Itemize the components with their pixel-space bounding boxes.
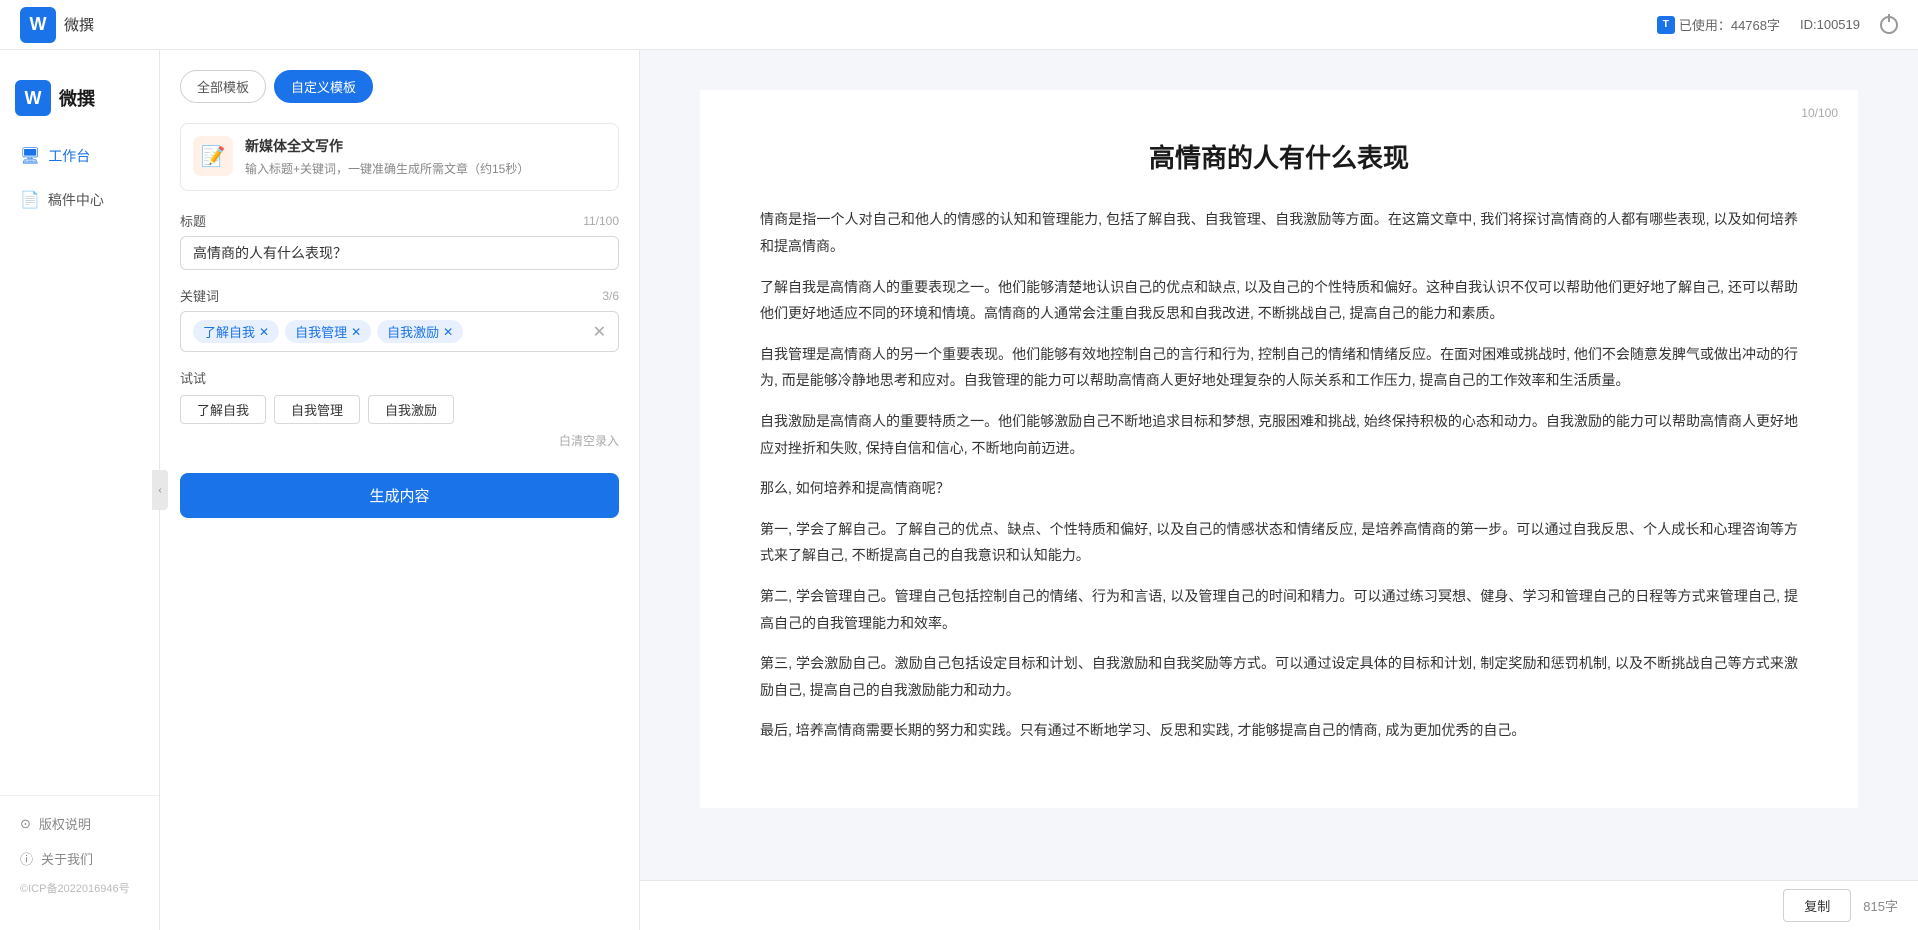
sidebar-item-copyright[interactable]: ⊙ 版权说明 bbox=[0, 806, 159, 841]
topbar-right: T 已使用：44768字 ID:100519 bbox=[1657, 15, 1898, 34]
template-card-info: 新媒体全文写作 输入标题+关键词，一键准确生成所需文章（约15秒） bbox=[245, 136, 529, 178]
topbar-title: 微撰 bbox=[64, 14, 94, 35]
trial-section: 试试 了解自我 自我管理 自我激励 白清空录入 bbox=[180, 368, 619, 449]
sidebar-item-drafts[interactable]: 📄 稿件中心 bbox=[0, 180, 159, 220]
paper-title: 高情商的人有什么表现 bbox=[760, 140, 1798, 176]
trial-tag-1[interactable]: 了解自我 bbox=[180, 395, 266, 424]
paper-counter: 10/100 bbox=[1801, 106, 1838, 120]
template-card: 📝 新媒体全文写作 输入标题+关键词，一键准确生成所需文章（约15秒） bbox=[180, 123, 619, 191]
title-field-group: 标题 11/100 bbox=[180, 211, 619, 270]
trial-tags: 了解自我 自我管理 自我激励 bbox=[180, 395, 619, 424]
trial-label: 试试 bbox=[180, 368, 619, 387]
paragraph-7: 第二, 学会管理自己。管理自己包括控制自己的情绪、行为和言语, 以及管理自己的时… bbox=[760, 583, 1798, 636]
sidebar-item-workbench[interactable]: 🖥 工作台 bbox=[0, 136, 159, 176]
keyword-remove-2[interactable]: ✕ bbox=[351, 325, 361, 339]
keyword-tag-2[interactable]: 自我管理 ✕ bbox=[285, 320, 371, 343]
form-panel: 全部模板 自定义模板 📝 新媒体全文写作 输入标题+关键词，一键准确生成所需文章… bbox=[160, 50, 640, 930]
keyword-tag-3[interactable]: 自我激励 ✕ bbox=[377, 320, 463, 343]
usage-info: T 已使用：44768字 bbox=[1657, 15, 1780, 34]
trial-tag-3[interactable]: 自我激励 bbox=[368, 395, 454, 424]
sidebar-logo-icon: W bbox=[15, 80, 51, 116]
preview-paper: 10/100 高情商的人有什么表现 情商是指一个人对自己和他人的情感的认知和管理… bbox=[700, 90, 1858, 808]
sidebar: W 微撰 🖥 工作台 📄 稿件中心 ⊙ 版权说明 ⓘ 关于我们 ©ICP备202… bbox=[0, 50, 160, 930]
paper-body: 情商是指一个人对自己和他人的情感的认知和管理能力, 包括了解自我、自我管理、自我… bbox=[760, 206, 1798, 744]
topbar: W 微撰 T 已使用：44768字 ID:100519 bbox=[0, 0, 1918, 50]
trial-clear-btn[interactable]: 白清空录入 bbox=[180, 432, 619, 449]
topbar-left: W 微撰 bbox=[20, 7, 94, 43]
paragraph-1: 情商是指一个人对自己和他人的情感的认知和管理能力, 包括了解自我、自我管理、自我… bbox=[760, 206, 1798, 259]
copy-button[interactable]: 复制 bbox=[1783, 889, 1851, 922]
title-label-text: 标题 bbox=[180, 211, 206, 230]
paragraph-8: 第三, 学会激励自己。激励自己包括设定目标和计划、自我激励和自我奖励等方式。可以… bbox=[760, 650, 1798, 703]
tab-all-templates[interactable]: 全部模板 bbox=[180, 70, 266, 103]
keyword-tag-text-2: 自我管理 bbox=[295, 322, 347, 341]
preview-panel: 10/100 高情商的人有什么表现 情商是指一个人对自己和他人的情感的认知和管理… bbox=[640, 50, 1918, 930]
power-icon[interactable] bbox=[1880, 16, 1898, 34]
sidebar-logo-text: 微撰 bbox=[59, 85, 95, 111]
keywords-char-count: 3/6 bbox=[602, 289, 619, 303]
preview-bottom-bar: 复制 815字 bbox=[640, 880, 1918, 930]
template-card-icon: 📝 bbox=[193, 136, 233, 176]
paragraph-4: 自我激励是高情商人的重要特质之一。他们能够激励自己不断地追求目标和梦想, 克服困… bbox=[760, 408, 1798, 461]
paragraph-9: 最后, 培养高情商需要长期的努力和实践。只有通过不断地学习、反思和实践, 才能够… bbox=[760, 717, 1798, 744]
icp-text: ©ICP备2022016946号 bbox=[0, 876, 159, 900]
sidebar-bottom: ⊙ 版权说明 ⓘ 关于我们 ©ICP备2022016946号 bbox=[0, 795, 159, 910]
keyword-tag-1[interactable]: 了解自我 ✕ bbox=[193, 320, 279, 343]
paragraph-2: 了解自我是高情商人的重要表现之一。他们能够清楚地认识自己的优点和缺点, 以及自己… bbox=[760, 274, 1798, 327]
copyright-label: 版权说明 bbox=[39, 814, 91, 833]
generate-button[interactable]: 生成内容 bbox=[180, 473, 619, 518]
preview-content: 10/100 高情商的人有什么表现 情商是指一个人对自己和他人的情感的认知和管理… bbox=[640, 50, 1918, 880]
usage-icon: T bbox=[1657, 16, 1675, 34]
keywords-label-text: 关键词 bbox=[180, 286, 219, 305]
template-tabs: 全部模板 自定义模板 bbox=[180, 70, 619, 103]
content-area: 全部模板 自定义模板 📝 新媒体全文写作 输入标题+关键词，一键准确生成所需文章… bbox=[160, 50, 1918, 930]
workbench-icon: 🖥 bbox=[20, 146, 40, 166]
keywords-field-label: 关键词 3/6 bbox=[180, 286, 619, 305]
about-icon: ⓘ bbox=[20, 849, 33, 868]
keyword-tag-text-3: 自我激励 bbox=[387, 322, 439, 341]
paragraph-3: 自我管理是高情商人的另一个重要表现。他们能够有效地控制自己的言行和行为, 控制自… bbox=[760, 341, 1798, 394]
drafts-icon: 📄 bbox=[20, 190, 40, 210]
sidebar-nav: 🖥 工作台 📄 稿件中心 bbox=[0, 136, 159, 220]
keyword-remove-3[interactable]: ✕ bbox=[443, 325, 453, 339]
main-layout: W 微撰 🖥 工作台 📄 稿件中心 ⊙ 版权说明 ⓘ 关于我们 ©ICP备202… bbox=[0, 50, 1918, 930]
title-input[interactable] bbox=[180, 236, 619, 270]
copyright-icon: ⊙ bbox=[20, 816, 31, 832]
sidebar-item-about[interactable]: ⓘ 关于我们 bbox=[0, 841, 159, 876]
about-label: 关于我们 bbox=[41, 849, 93, 868]
trial-tag-2[interactable]: 自我管理 bbox=[274, 395, 360, 424]
paragraph-6: 第一, 学会了解自己。了解自己的优点、缺点、个性特质和偏好, 以及自己的情感状态… bbox=[760, 516, 1798, 569]
sidebar-item-label: 工作台 bbox=[48, 146, 90, 166]
word-count: 815字 bbox=[1863, 896, 1898, 915]
keyword-remove-1[interactable]: ✕ bbox=[259, 325, 269, 339]
keyword-tag-text-1: 了解自我 bbox=[203, 322, 255, 341]
template-card-description: 输入标题+关键词，一键准确生成所需文章（约15秒） bbox=[245, 160, 529, 178]
collapse-sidebar-btn[interactable]: ‹ bbox=[152, 470, 168, 510]
paragraph-5: 那么, 如何培养和提高情商呢？ bbox=[760, 475, 1798, 502]
id-info: ID:100519 bbox=[1800, 17, 1860, 32]
tab-custom-templates[interactable]: 自定义模板 bbox=[274, 70, 373, 103]
keywords-clear-btn[interactable]: ✕ bbox=[593, 322, 606, 342]
logo-icon: W bbox=[20, 7, 56, 43]
template-card-title: 新媒体全文写作 bbox=[245, 136, 529, 156]
title-char-count: 11/100 bbox=[583, 214, 619, 228]
title-field-label: 标题 11/100 bbox=[180, 211, 619, 230]
usage-label: 已使用：44768字 bbox=[1679, 15, 1780, 34]
keywords-field-group: 关键词 3/6 了解自我 ✕ 自我管理 ✕ 自我激励 ✕ bbox=[180, 286, 619, 352]
sidebar-item-label: 稿件中心 bbox=[48, 190, 104, 210]
keywords-box[interactable]: 了解自我 ✕ 自我管理 ✕ 自我激励 ✕ ✕ bbox=[180, 311, 619, 352]
